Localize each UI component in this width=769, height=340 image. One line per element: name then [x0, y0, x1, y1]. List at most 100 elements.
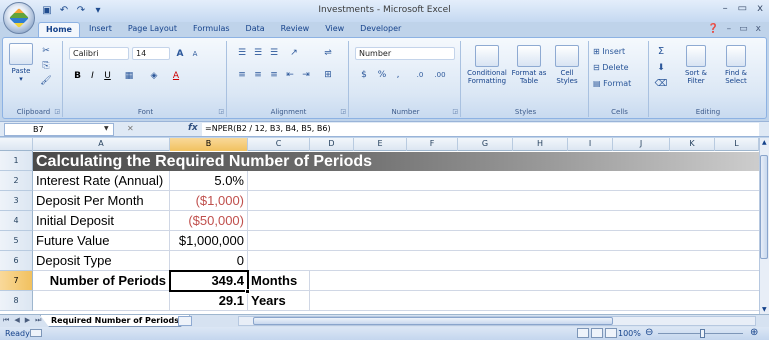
tab-data[interactable]: Data [239, 22, 272, 38]
cut-icon[interactable]: ✂ [39, 45, 53, 57]
zoom-in-icon[interactable]: ⊕ [750, 327, 758, 338]
tab-formulas[interactable]: Formulas [186, 22, 237, 38]
cell-a8[interactable] [33, 291, 170, 311]
format-painter-icon[interactable]: 🖌 [39, 75, 53, 87]
conditional-formatting-button[interactable]: Conditional Formatting [465, 45, 509, 85]
sort-filter-button[interactable]: Sort & Filter [677, 45, 715, 85]
scroll-down-icon[interactable]: ▼ [762, 306, 767, 313]
horizontal-scroll-thumb[interactable] [253, 317, 613, 325]
cell-b8[interactable]: 29.1 [170, 291, 248, 311]
wrap-text-icon[interactable]: ⇌ [319, 47, 337, 59]
macro-record-icon[interactable] [30, 329, 42, 337]
row-header[interactable]: 5 [0, 231, 33, 251]
workbook-restore-button[interactable]: ▭ [739, 24, 748, 34]
vertical-scroll-thumb[interactable] [760, 155, 768, 259]
percent-icon[interactable]: % [375, 69, 389, 81]
tab-insert[interactable]: Insert [82, 22, 119, 38]
cell-b4[interactable]: ($50,000) [170, 211, 248, 231]
cell-b6[interactable]: 0 [170, 251, 248, 271]
tab-review[interactable]: Review [274, 22, 317, 38]
borders-icon[interactable]: ▦ [120, 69, 138, 82]
cell-c8[interactable]: Years [248, 291, 310, 311]
row-header[interactable]: 2 [0, 171, 33, 191]
horizontal-scrollbar[interactable] [238, 316, 756, 326]
cell-a3[interactable]: Deposit Per Month [33, 191, 170, 211]
minimize-button[interactable]: – [723, 3, 728, 14]
next-sheet-icon[interactable]: ▶ [25, 316, 30, 325]
sheet-tab[interactable]: Required Number of Periods [40, 315, 190, 327]
page-layout-view-icon[interactable] [591, 328, 603, 338]
column-header[interactable]: E [354, 138, 407, 151]
font-color-icon[interactable]: A [167, 69, 185, 82]
cell-c7[interactable]: Months [248, 271, 310, 291]
cancel-formula-icon[interactable]: ✕ [127, 124, 134, 133]
decrease-indent-icon[interactable]: ⇤ [283, 69, 297, 81]
cell-b5[interactable]: $1,000,000 [170, 231, 248, 251]
cell-styles-button[interactable]: Cell Styles [549, 45, 585, 85]
last-sheet-icon[interactable]: ⏭ [35, 316, 41, 325]
align-center-icon[interactable]: ≡ [251, 69, 265, 81]
insert-cells-button[interactable]: ⊞ Insert [593, 45, 647, 58]
copy-icon[interactable]: ⎘ [39, 60, 53, 72]
column-header[interactable]: A [33, 138, 170, 151]
find-select-button[interactable]: Find & Select [717, 45, 755, 85]
cell-a6[interactable]: Deposit Type [33, 251, 170, 271]
fill-icon[interactable]: ⬇ [653, 61, 669, 74]
align-right-icon[interactable]: ≡ [267, 69, 281, 81]
font-name-select[interactable]: Calibri [69, 47, 129, 60]
column-header[interactable]: D [310, 138, 354, 151]
normal-view-icon[interactable] [577, 328, 589, 338]
row-header[interactable]: 1 [0, 151, 33, 171]
tab-view[interactable]: View [318, 22, 351, 38]
empty-grid-area-lower[interactable] [310, 271, 759, 314]
office-button[interactable] [3, 2, 35, 34]
delete-cells-button[interactable]: ⊟ Delete [593, 61, 647, 74]
empty-grid-area[interactable] [248, 171, 759, 271]
number-format-select[interactable]: Number [355, 47, 455, 60]
clipboard-launcher-icon[interactable]: ◲ [54, 108, 60, 115]
cell-a5[interactable]: Future Value [33, 231, 170, 251]
zoom-slider-knob[interactable] [700, 329, 705, 338]
page-break-view-icon[interactable] [605, 328, 617, 338]
increase-decimal-icon[interactable]: .0 [411, 69, 429, 81]
cell-b2[interactable]: 5.0% [170, 171, 248, 191]
row-header[interactable]: 3 [0, 191, 33, 211]
row-header[interactable]: 6 [0, 251, 33, 271]
select-all-corner[interactable] [0, 138, 33, 151]
name-box[interactable]: B7 [4, 123, 114, 136]
font-launcher-icon[interactable]: ◲ [218, 108, 224, 115]
insert-sheet-icon[interactable] [178, 316, 192, 326]
name-box-dropdown-icon[interactable]: ▼ [104, 125, 109, 132]
workbook-close-button[interactable]: x [756, 24, 761, 34]
decrease-decimal-icon[interactable]: .00 [431, 69, 449, 81]
zoom-out-icon[interactable]: ⊖ [645, 327, 653, 338]
autosum-icon[interactable]: Σ [653, 45, 669, 58]
column-header[interactable]: L [715, 138, 759, 151]
merge-center-icon[interactable]: ⊞ [319, 69, 337, 81]
tab-developer[interactable]: Developer [353, 22, 408, 38]
number-launcher-icon[interactable]: ◲ [452, 108, 458, 115]
prev-sheet-icon[interactable]: ◀ [14, 316, 19, 325]
formula-input[interactable]: =NPER(B2 / 12, B3, B4, B5, B6) [202, 123, 759, 136]
tab-home[interactable]: Home [38, 22, 80, 38]
cell-a4[interactable]: Initial Deposit [33, 211, 170, 231]
align-bottom-icon[interactable]: ☰ [267, 47, 281, 59]
help-icon[interactable]: ❓ [707, 24, 718, 34]
column-header[interactable]: G [458, 138, 513, 151]
alignment-launcher-icon[interactable]: ◲ [340, 108, 346, 115]
italic-button[interactable]: I [86, 69, 99, 82]
underline-button[interactable]: U [101, 69, 114, 82]
format-as-table-button[interactable]: Format as Table [509, 45, 549, 85]
column-header[interactable]: F [407, 138, 458, 151]
format-cells-button[interactable]: ▤ Format [593, 77, 647, 90]
fill-handle[interactable] [245, 289, 250, 294]
cell-a2[interactable]: Interest Rate (Annual) [33, 171, 170, 191]
column-header[interactable]: C [248, 138, 310, 151]
tab-page-layout[interactable]: Page Layout [121, 22, 184, 38]
font-size-select[interactable]: 14 [132, 47, 170, 60]
bold-button[interactable]: B [71, 69, 84, 82]
align-left-icon[interactable]: ≡ [235, 69, 249, 81]
align-top-icon[interactable]: ☰ [235, 47, 249, 59]
currency-icon[interactable]: $ [357, 69, 371, 81]
cell-b3[interactable]: ($1,000) [170, 191, 248, 211]
